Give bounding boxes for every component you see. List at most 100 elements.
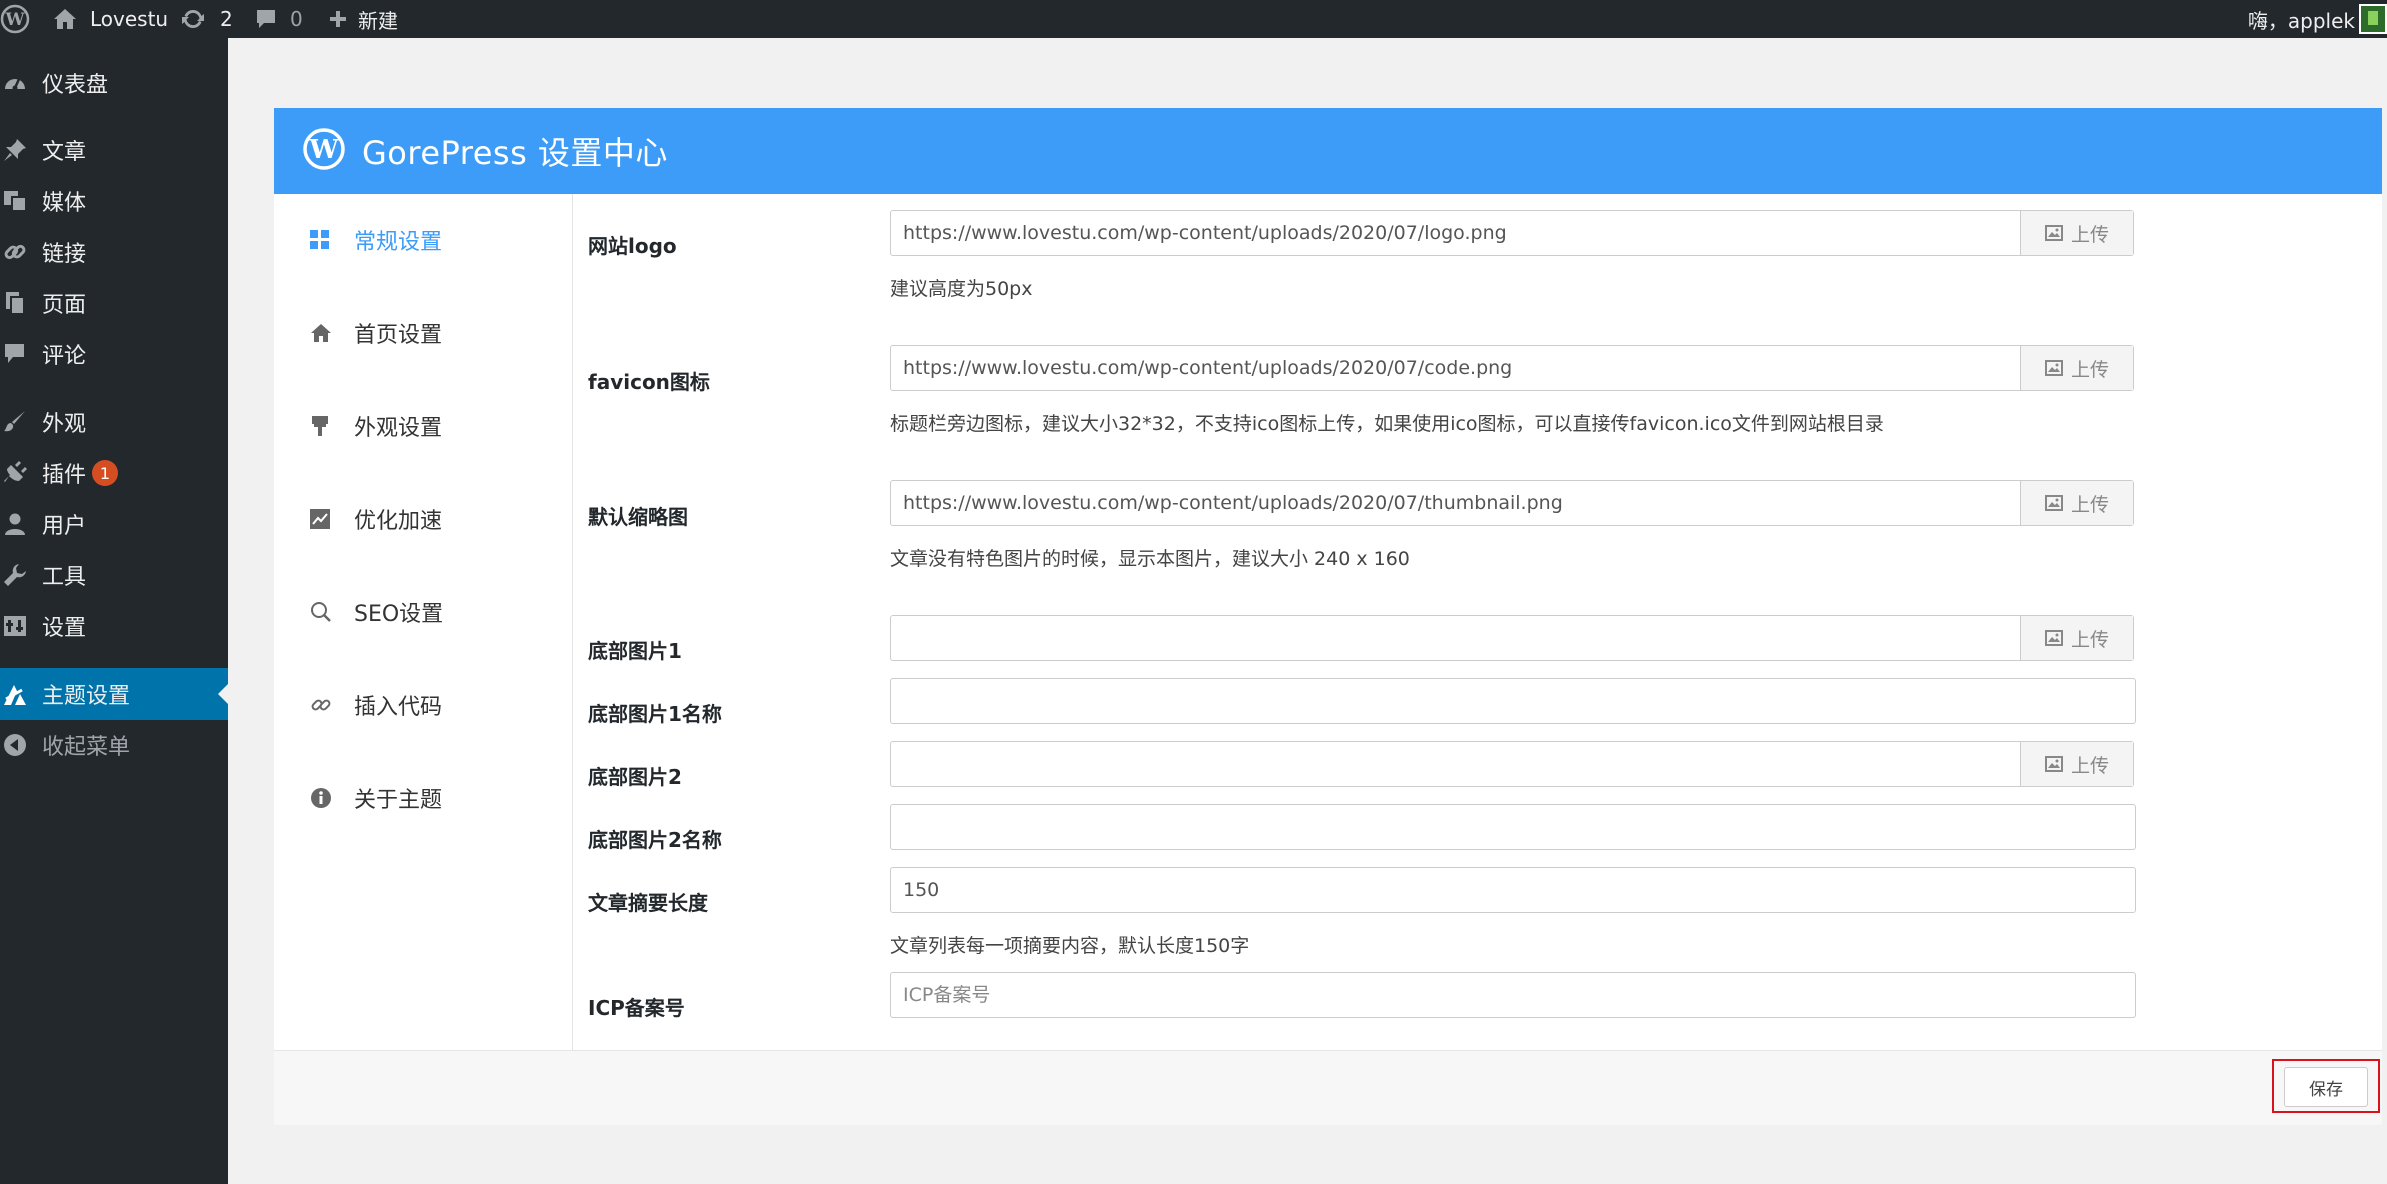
info-icon: [310, 787, 340, 809]
updates-icon: [180, 6, 206, 32]
menu-item-label: 主题设置: [42, 684, 131, 709]
upload-label: 上传: [2070, 493, 2109, 516]
logo-upload-button[interactable]: 上传: [2020, 211, 2133, 255]
settings-nav: 常规设置 首页设置 外观设置 优化加速 SEO设置 插入代码 关于主题: [274, 194, 573, 1050]
search-icon: [310, 601, 340, 623]
menu-item-theme-settings[interactable]: 主题设置: [0, 668, 228, 720]
chart-icon: [310, 509, 340, 529]
upload-label: 上传: [2070, 754, 2109, 777]
settings-form: 网站logo 上传 建议高度为50px favicon图标 上传 标题栏旁边图标…: [574, 194, 2382, 1050]
footer-image-2-input[interactable]: [891, 742, 2020, 786]
avatar[interactable]: [2359, 4, 2387, 34]
comments-link[interactable]: 0: [254, 0, 303, 38]
footer-image-1-name-input[interactable]: [891, 679, 2135, 723]
image-icon: [2044, 225, 2063, 241]
svg-text:W: W: [4, 10, 25, 30]
menu-item-posts[interactable]: 文章: [0, 130, 228, 170]
tab-general-settings[interactable]: 常规设置: [274, 210, 572, 270]
footer-image-2-upload-button[interactable]: 上传: [2020, 742, 2133, 786]
wordpress-logo-icon: W: [302, 127, 346, 175]
tab-label: 关于主题: [354, 788, 443, 813]
paint-icon: [310, 415, 340, 437]
upload-label: 上传: [2070, 628, 2109, 651]
logo-description: 建议高度为50px: [890, 278, 1033, 300]
footer-image-2-name-input[interactable]: [891, 805, 2135, 849]
menu-item-label: 外观: [42, 412, 87, 437]
favicon-label: favicon图标: [588, 370, 710, 394]
dashboard-icon: [0, 63, 36, 103]
excerpt-length-input[interactable]: [891, 868, 2135, 912]
tab-seo-settings[interactable]: SEO设置: [274, 582, 572, 642]
excerpt-length-label: 文章摘要长度: [588, 891, 708, 915]
menu-item-label: 插件: [42, 463, 87, 488]
page-title: GorePress 设置中心: [362, 134, 668, 172]
updates-link[interactable]: 2: [180, 0, 233, 38]
account-greeting: 嗨，applek: [2247, 8, 2355, 33]
footer-image-1-name-field: [890, 678, 2136, 724]
admin-menu: 仪表盘 文章 媒体 链接 页面 评论 外观 插件 1 用户 工具 设置 主题设置…: [0, 38, 228, 1184]
menu-item-settings[interactable]: 设置: [0, 606, 228, 646]
footer-image-1-name-label: 底部图片1名称: [588, 702, 722, 726]
excerpt-length-field: [890, 867, 2136, 913]
thumbnail-label: 默认缩略图: [588, 505, 688, 529]
brush-icon: [0, 402, 36, 442]
footer-image-1-upload-button[interactable]: 上传: [2020, 616, 2133, 660]
wordpress-logo-icon[interactable]: W: [0, 0, 30, 38]
tab-label: 常规设置: [354, 230, 443, 255]
wrench-icon: [0, 555, 36, 595]
logo-field: 上传: [890, 210, 2134, 256]
menu-item-label: 仪表盘: [42, 73, 109, 98]
favicon-description: 标题栏旁边图标，建议大小32*32，不支持ico图标上传，如果使用ico图标，可…: [890, 413, 1884, 435]
footer-image-1-field: 上传: [890, 615, 2134, 661]
menu-item-media[interactable]: 媒体: [0, 181, 228, 221]
tab-label: 首页设置: [354, 323, 443, 348]
menu-item-appearance[interactable]: 外观: [0, 402, 228, 442]
menu-item-label: 用户: [42, 514, 87, 539]
tab-about-theme[interactable]: 关于主题: [274, 768, 572, 828]
site-name-link[interactable]: Lovestu: [52, 0, 168, 38]
menu-item-label: 工具: [42, 565, 87, 590]
icp-input[interactable]: [891, 973, 2135, 1017]
page-icon: [0, 283, 36, 323]
upload-label: 上传: [2070, 358, 2109, 381]
save-button[interactable]: 保存: [2284, 1067, 2368, 1107]
settings-panel: W GorePress 设置中心 常规设置 首页设置 外观设置 优化加速 SEO…: [274, 108, 2382, 1125]
collapse-icon: [0, 725, 36, 765]
footer-image-2-field: 上传: [890, 741, 2134, 787]
icp-label: ICP备案号: [588, 996, 685, 1020]
thumbnail-upload-button[interactable]: 上传: [2020, 481, 2133, 525]
my-account-link[interactable]: 嗨，applek: [2248, 0, 2355, 38]
image-icon: [2044, 495, 2063, 511]
new-label: 新建: [358, 8, 398, 33]
menu-item-dashboard[interactable]: 仪表盘: [0, 63, 228, 103]
tab-appearance-settings[interactable]: 外观设置: [274, 396, 572, 456]
svg-text:W: W: [308, 135, 339, 165]
favicon-input[interactable]: [891, 346, 2020, 390]
menu-item-pages[interactable]: 页面: [0, 283, 228, 323]
menu-item-plugins[interactable]: 插件 1: [0, 453, 228, 493]
tab-home-settings[interactable]: 首页设置: [274, 303, 572, 363]
menu-item-tools[interactable]: 工具: [0, 555, 228, 595]
logo-input[interactable]: [891, 211, 2020, 255]
favicon-upload-button[interactable]: 上传: [2020, 346, 2133, 390]
tab-insert-code[interactable]: 插入代码: [274, 675, 572, 735]
image-icon: [2044, 756, 2063, 772]
new-content-link[interactable]: 新建: [328, 0, 398, 38]
tab-label: 外观设置: [354, 416, 443, 441]
comment-icon: [254, 7, 278, 31]
tab-label: SEO设置: [354, 602, 444, 627]
footer-image-1-input[interactable]: [891, 616, 2020, 660]
menu-item-links[interactable]: 链接: [0, 232, 228, 272]
menu-item-label: 收起菜单: [42, 735, 131, 760]
footer-image-2-label: 底部图片2: [588, 765, 682, 789]
menu-item-users[interactable]: 用户: [0, 504, 228, 544]
menu-item-label: 媒体: [42, 191, 87, 216]
thumbnail-field: 上传: [890, 480, 2134, 526]
thumbnail-input[interactable]: [891, 481, 2020, 525]
collapse-menu-button[interactable]: 收起菜单: [0, 725, 228, 765]
plus-icon: [328, 9, 348, 29]
menu-item-comments[interactable]: 评论: [0, 334, 228, 374]
footer-image-2-name-field: [890, 804, 2136, 850]
favicon-field: 上传: [890, 345, 2134, 391]
tab-optimization[interactable]: 优化加速: [274, 489, 572, 549]
